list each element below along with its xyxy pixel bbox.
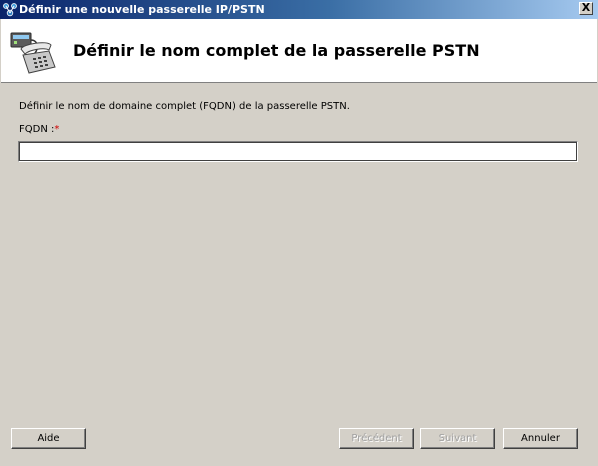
window-title: Définir une nouvelle passerelle IP/PSTN xyxy=(19,3,265,16)
title-bar[interactable]: Définir une nouvelle passerelle IP/PSTN … xyxy=(0,0,598,19)
fqdn-input[interactable] xyxy=(18,141,578,162)
required-indicator: * xyxy=(54,124,60,135)
step-description: Définir le nom de domaine complet (FQDN)… xyxy=(19,101,350,112)
close-button[interactable]: X xyxy=(579,2,593,15)
previous-button[interactable]: Précédent xyxy=(339,428,414,449)
help-button[interactable]: Aide xyxy=(11,428,86,449)
wizard-dialog: Définir une nouvelle passerelle IP/PSTN … xyxy=(0,0,598,466)
cancel-button[interactable]: Annuler xyxy=(503,428,578,449)
fqdn-label: FQDN :* xyxy=(19,124,59,135)
fqdn-label-text: FQDN : xyxy=(19,124,55,135)
wizard-header: Définir le nom complet de la passerelle … xyxy=(1,19,597,83)
phone-gateway-icon xyxy=(10,32,56,74)
page-title: Définir le nom complet de la passerelle … xyxy=(73,41,480,60)
close-icon: X xyxy=(581,1,591,14)
next-button[interactable]: Suivant xyxy=(420,428,495,449)
network-gateway-icon xyxy=(3,3,17,17)
